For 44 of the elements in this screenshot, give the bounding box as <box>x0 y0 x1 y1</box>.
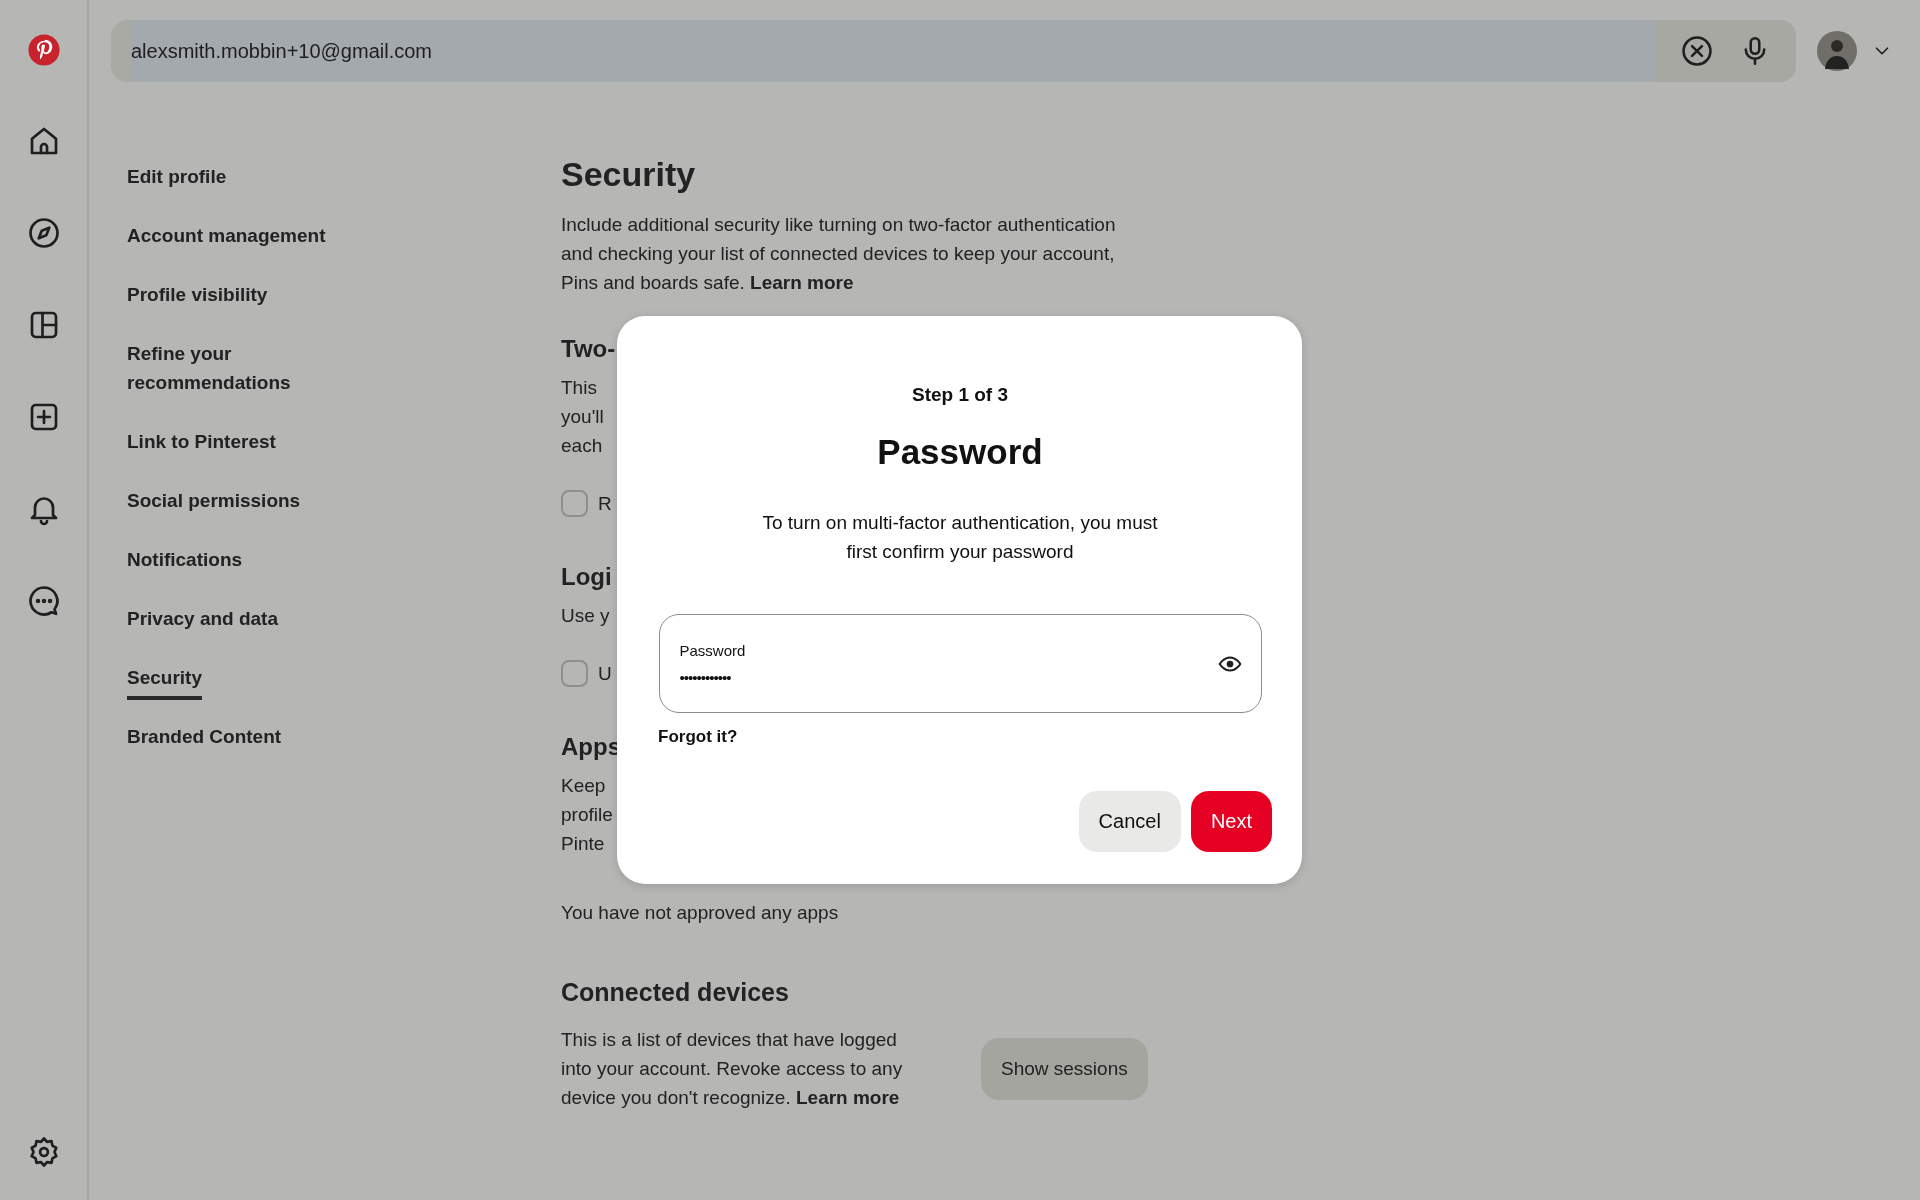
apps-note: You have not approved any apps <box>561 902 840 924</box>
clear-icon[interactable] <box>1680 34 1714 68</box>
checkbox[interactable] <box>561 660 588 687</box>
section-heading: Logi <box>561 562 612 592</box>
section-text: Use y <box>561 604 610 628</box>
section-text: you'll <box>561 405 604 429</box>
dialog-text: To turn on multi-factor authentication, you must first confirm your password <box>761 511 1159 564</box>
nav-item[interactable]: Social permissions <box>127 486 301 515</box>
learn-more-link[interactable]: Learn more <box>750 272 854 293</box>
step-label: Step 1 of 3 <box>911 383 1009 407</box>
show-sessions-button[interactable]: Show sessions <box>981 1037 1148 1100</box>
checkbox[interactable] <box>561 490 588 517</box>
learn-more-link[interactable]: Learn more <box>795 1087 900 1108</box>
nav-item[interactable]: Refine your recommendations <box>127 339 367 397</box>
nav-item[interactable]: Notifications <box>127 545 243 574</box>
password-field[interactable]: Password •••••••••••• <box>658 614 1262 713</box>
search-field[interactable]: alexsmith.mobbin+10@gmail.com <box>111 20 1796 82</box>
nav-item[interactable]: Account management <box>127 221 326 250</box>
nav-item[interactable]: Profile visibility <box>127 280 268 309</box>
section-text: Pinte <box>561 832 605 856</box>
section-text: each <box>561 434 603 458</box>
dialog-title: Password <box>877 431 1043 473</box>
checkbox-label: U <box>598 662 612 685</box>
nav-item[interactable]: Security <box>127 663 202 700</box>
cancel-button[interactable]: Cancel <box>1078 791 1181 852</box>
section-heading: Connected devices <box>561 978 790 1007</box>
page-title: Security <box>561 154 697 195</box>
section-text: Keep <box>561 774 606 798</box>
nav-item[interactable]: Privacy and data <box>127 604 279 633</box>
logo-icon[interactable] <box>26 33 61 67</box>
section-text: profile <box>561 803 613 827</box>
password-value: •••••••••••• <box>679 668 731 686</box>
forgot-link[interactable]: Forgot it? <box>658 727 738 747</box>
devices-text: This is a list of devices that have logged into your account. Revoke access to any device you don't recognize. Learn more <box>561 1028 904 1110</box>
avatar[interactable] <box>1817 31 1857 71</box>
nav-item[interactable]: Branded Content <box>127 722 282 751</box>
section-heading: Two- <box>561 334 616 364</box>
checkbox-label: R <box>598 492 612 515</box>
nav-item[interactable]: Edit profile <box>127 162 227 191</box>
field-label: Password <box>679 641 746 659</box>
intro-text: Include additional security like turning on two-factor authentication and checking your list of connected devices to keep your account, Pins and boards safe. Learn more <box>561 213 1117 295</box>
next-button[interactable]: Next <box>1190 791 1272 852</box>
nav-item[interactable]: Link to Pinterest <box>127 427 276 456</box>
section-text: This <box>561 376 597 400</box>
